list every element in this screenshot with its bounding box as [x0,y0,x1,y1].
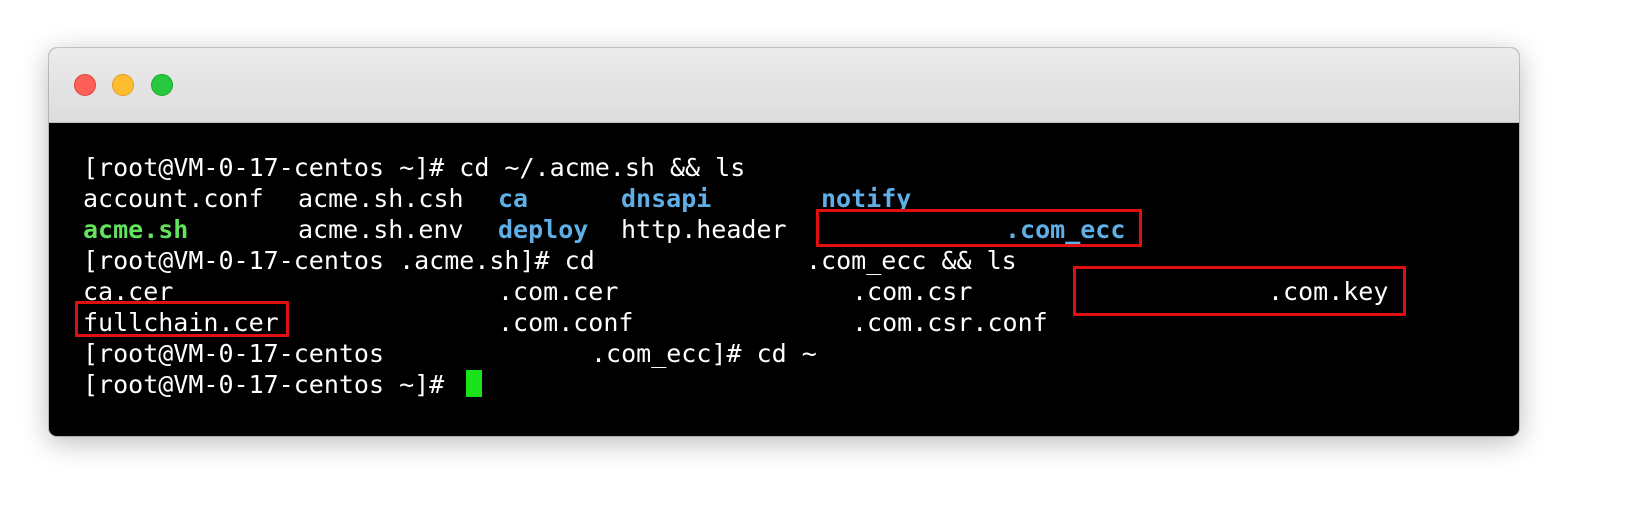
command-text: .com_ecc && ls [806,246,1017,275]
terminal-line: [root@VM-0-17-centos ~]# cd ~/.acme.sh &… [83,152,1503,183]
command-text: [root@VM-0-17-centos .acme.sh]# cd [83,246,595,275]
directory-entry: ca [498,184,529,213]
close-button[interactable] [74,74,96,96]
file-entry: http.header [621,215,787,244]
file-entry: .com.csr.conf [852,308,1048,337]
file-entry: account.conf [83,184,264,213]
terminal-line: [root@VM-0-17-centos ~]# [83,369,1503,400]
command-text: .com_ecc]# cd ~ [591,339,817,368]
highlight-box-ecc-dir [816,209,1142,247]
terminal-output[interactable]: [root@VM-0-17-centos ~]# cd ~/.acme.sh &… [49,123,1519,436]
minimize-button[interactable] [112,74,134,96]
highlight-box-key-file [1073,266,1406,316]
terminal-line: account.conf acme.sh.csh ca dnsapi notif… [83,183,1503,214]
title-bar [49,48,1519,123]
file-entry: .com.csr [852,277,973,306]
directory-entry: dnsapi [621,184,712,213]
highlight-box-fullchain [75,301,289,337]
file-entry: acme.sh.csh [298,184,464,213]
directory-entry: deploy [498,215,589,244]
file-entry: acme.sh.env [298,215,464,244]
file-entry: .com.cer [498,277,619,306]
zoom-button[interactable] [151,74,173,96]
terminal-line: acme.sh acme.sh.env deploy http.header .… [83,214,1503,245]
command-text: [root@VM-0-17-centos ~]# cd ~/.acme.sh &… [83,153,746,182]
prompt-text: [root@VM-0-17-centos ~]# [83,370,445,399]
terminal-line: [root@VM-0-17-centos .com_ecc]# cd ~ [83,338,1503,369]
file-entry: .com.conf [498,308,634,337]
command-text: [root@VM-0-17-centos [83,339,385,368]
terminal-window: [root@VM-0-17-centos ~]# cd ~/.acme.sh &… [49,48,1519,436]
executable-entry: acme.sh [83,215,189,244]
terminal-cursor [466,370,482,397]
